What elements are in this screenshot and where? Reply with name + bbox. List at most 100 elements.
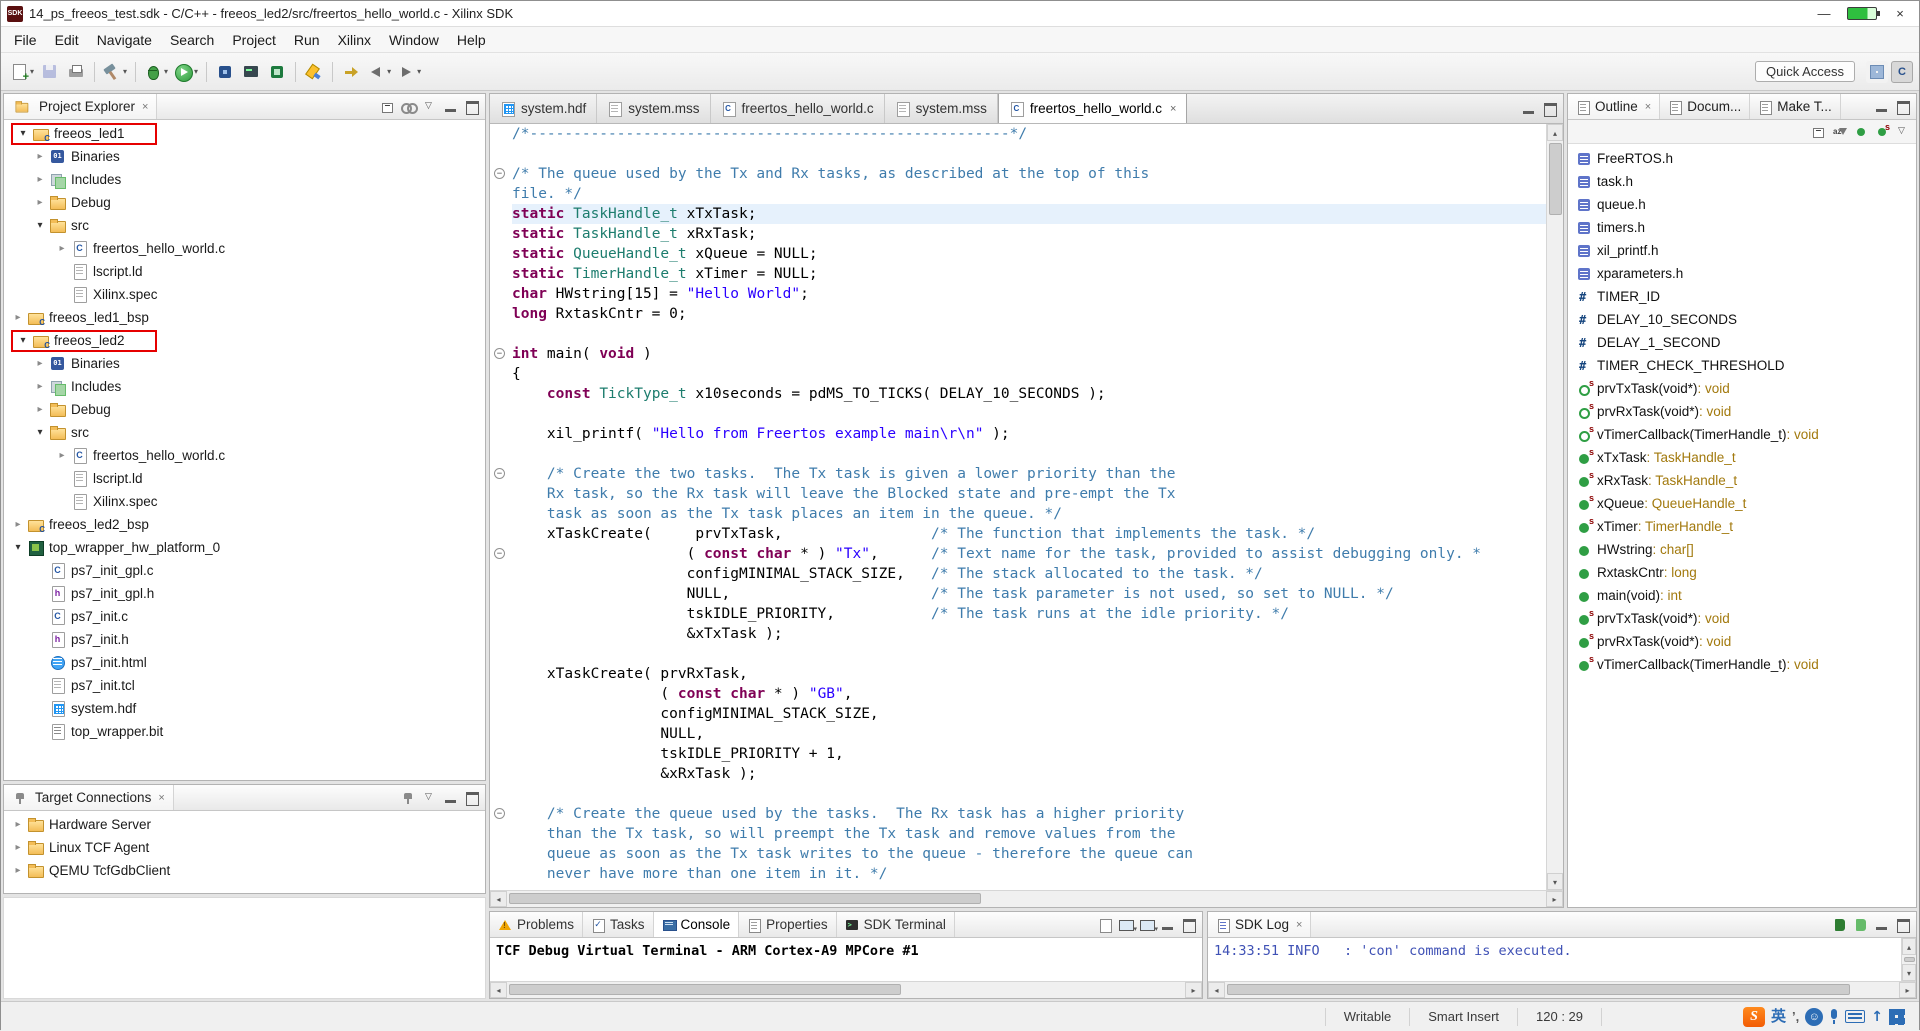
project-item-debug[interactable]: ▸ Debug <box>4 398 485 421</box>
menu-window[interactable]: Window <box>380 27 448 53</box>
fold-collapse-icon[interactable]: − <box>490 344 512 364</box>
launch-shell-button[interactable] <box>239 60 263 84</box>
scrollbar-thumb[interactable] <box>1904 957 1915 962</box>
code-line-8[interactable]: static TimerHandle_t xTimer = NULL; <box>490 264 1546 284</box>
code-line-7[interactable]: static QueueHandle_t xQueue = NULL; <box>490 244 1546 264</box>
outline-item-xtxtask-13[interactable]: s xTxTask : TaskHandle_t <box>1568 446 1916 469</box>
tree-collapsed-arrow-icon[interactable]: ▸ <box>54 450 70 461</box>
project-item-binaries[interactable]: ▸ Binaries <box>4 145 485 168</box>
project-item-includes[interactable]: ▸ Includes <box>4 375 485 398</box>
close-view-icon[interactable]: × <box>158 792 164 804</box>
run-button[interactable]: ▾ <box>172 60 200 84</box>
code-line-23[interactable]: configMINIMAL_STACK_SIZE, /* The stack a… <box>490 564 1546 584</box>
ime-toolbox[interactable] <box>1889 1008 1905 1025</box>
editor-horizontal-scrollbar[interactable]: ◂ ▸ <box>490 890 1563 907</box>
tree-collapsed-arrow-icon[interactable]: ▸ <box>32 404 48 415</box>
project-item-system-hdf[interactable]: system.hdf <box>4 697 485 720</box>
tab-sdk-log[interactable]: SDK Log × <box>1208 912 1312 937</box>
console-horizontal-scrollbar[interactable]: ◂ ▸ <box>490 981 1202 998</box>
console-content[interactable]: TCF Debug Virtual Terminal - ARM Cortex-… <box>490 938 1202 981</box>
scroll-right-icon[interactable]: ▸ <box>1185 982 1202 998</box>
code-line-14[interactable]: const TickType_t x10seconds = pdMS_TO_TI… <box>490 384 1546 404</box>
new-wizard-button[interactable]: ▾ <box>8 60 36 84</box>
maximize-view-icon[interactable] <box>463 790 481 806</box>
save-log-icon[interactable] <box>1852 917 1870 933</box>
collapse-all-icon[interactable] <box>379 99 397 115</box>
soft-keyboard[interactable] <box>1845 1010 1866 1023</box>
clear-log-icon[interactable] <box>1831 917 1849 933</box>
soft-keyboard-icon[interactable] <box>1845 1007 1866 1027</box>
toggle-mark-occurrences-button[interactable] <box>302 60 326 84</box>
hide-fields-icon[interactable] <box>1852 124 1870 140</box>
code-line-27[interactable] <box>490 644 1546 664</box>
scroll-down-icon[interactable]: ▾ <box>1902 964 1916 981</box>
tree-collapsed-arrow-icon[interactable]: ▸ <box>32 174 48 185</box>
tab-tasks[interactable]: Tasks <box>583 912 654 937</box>
language-toggle[interactable]: 英 <box>1771 1007 1786 1027</box>
code-line-1[interactable]: /*--------------------------------------… <box>490 124 1546 144</box>
open-perspective-icon[interactable] <box>1866 60 1888 83</box>
scrollbar-thumb[interactable] <box>509 984 901 995</box>
minimize-view-icon[interactable] <box>442 99 460 115</box>
maximize-view-icon[interactable] <box>1180 917 1198 933</box>
tab-target-connections[interactable]: Target Connections × <box>4 785 174 810</box>
code-line-33[interactable]: &xRxTask ); <box>490 764 1546 784</box>
new-target-connection-icon[interactable] <box>400 790 418 806</box>
menu-help[interactable]: Help <box>448 27 495 53</box>
tree-collapsed-arrow-icon[interactable]: ▸ <box>32 197 48 208</box>
project-item-xilinx-spec[interactable]: Xilinx.spec <box>4 490 485 513</box>
scroll-left-icon[interactable]: ◂ <box>490 982 507 998</box>
code-line-24[interactable]: NULL, /* The task parameter is not used,… <box>490 584 1546 604</box>
tree-collapsed-arrow-icon[interactable]: ▸ <box>32 151 48 162</box>
sogou-logo[interactable]: S <box>1743 1006 1766 1027</box>
target-item-linux-tcf-agent[interactable]: ▸ Linux TCF Agent <box>4 836 485 859</box>
project-item-lscript-ld[interactable]: lscript.ld <box>4 467 485 490</box>
dropdown-arrow-icon[interactable]: ▾ <box>164 67 168 76</box>
scroll-up-icon[interactable]: ▴ <box>1902 938 1916 955</box>
project-item-freertos-hello-world-c[interactable]: ▸ freertos_hello_world.c <box>4 444 485 467</box>
punctuation-toggle-icon[interactable]: ’, <box>1792 1007 1799 1027</box>
cpp-perspective-icon[interactable] <box>1891 60 1913 83</box>
build-button[interactable]: ▾ <box>101 60 129 84</box>
close-view-icon[interactable]: × <box>1296 919 1302 931</box>
menu-navigate[interactable]: Navigate <box>88 27 161 53</box>
project-item-xilinx-spec[interactable]: Xilinx.spec <box>4 283 485 306</box>
ime-toolbox-icon[interactable] <box>1889 1007 1905 1027</box>
code-line-21[interactable]: xTaskCreate( prvTxTask, /* The function … <box>490 524 1546 544</box>
code-line-32[interactable]: tskIDLE_PRIORITY + 1, <box>490 744 1546 764</box>
outline-item-timer-check-threshold-9[interactable]: TIMER_CHECK_THRESHOLD <box>1568 354 1916 377</box>
close-view-icon[interactable]: × <box>142 101 148 113</box>
outline-item-prvtxtask-void-20[interactable]: s prvTxTask(void*) : void <box>1568 607 1916 630</box>
outline-item-prvrxtask-void-11[interactable]: s prvRxTask(void*) : void <box>1568 400 1916 423</box>
project-item-freertos-hello-world-c[interactable]: ▸ freertos_hello_world.c <box>4 237 485 260</box>
tree-collapsed-arrow-icon[interactable]: ▸ <box>10 819 26 830</box>
minimize-view-icon[interactable] <box>1873 917 1891 933</box>
sdk-log-horizontal-scrollbar[interactable]: ◂ ▸ <box>1208 981 1916 998</box>
code-line-12[interactable]: − int main( void ) <box>490 344 1546 364</box>
tab-make-t[interactable]: Make T... <box>1750 94 1841 119</box>
last-edit-location-button[interactable] <box>339 60 363 84</box>
close-view-icon[interactable]: × <box>1645 101 1651 113</box>
dropdown-arrow-icon[interactable]: ▾ <box>30 67 34 76</box>
print-button[interactable] <box>64 60 88 84</box>
minimize-view-icon[interactable] <box>1873 99 1891 115</box>
tree-collapsed-arrow-icon[interactable]: ▸ <box>54 243 70 254</box>
code-line-19[interactable]: Rx task, so the Rx task will leave the B… <box>490 484 1546 504</box>
project-item-ps7-init-h[interactable]: ps7_init.h <box>4 628 485 651</box>
outline-item-vtimercallback-timerhandle-t-22[interactable]: s vTimerCallback(TimerHandle_t) : void <box>1568 653 1916 676</box>
outline-item-prvtxtask-void-10[interactable]: s prvTxTask(void*) : void <box>1568 377 1916 400</box>
code-line-6[interactable]: static TaskHandle_t xRxTask; <box>490 224 1546 244</box>
tree-expanded-arrow-icon[interactable]: ▾ <box>32 220 48 231</box>
code-line-5[interactable]: static TaskHandle_t xTxTask; <box>490 204 1546 224</box>
scroll-up-icon[interactable]: ▴ <box>1547 124 1563 141</box>
dropdown-arrow-icon[interactable]: ▾ <box>194 67 198 76</box>
maximize-editor-icon[interactable] <box>1541 101 1559 117</box>
tree-expanded-arrow-icon[interactable]: ▾ <box>32 427 48 438</box>
outline-item-timers-h-3[interactable]: timers.h <box>1568 216 1916 239</box>
editor-tab-system-mss-1[interactable]: system.mss <box>597 94 711 123</box>
display-selected-console-icon[interactable]: ▾ <box>1117 917 1137 933</box>
maximize-view-icon[interactable] <box>1894 917 1912 933</box>
emoji-picker-icon[interactable]: ☺ <box>1805 1007 1824 1027</box>
ime-skin[interactable]: ↑ <box>1871 1007 1883 1027</box>
debug-button[interactable]: ▾ <box>142 60 170 84</box>
